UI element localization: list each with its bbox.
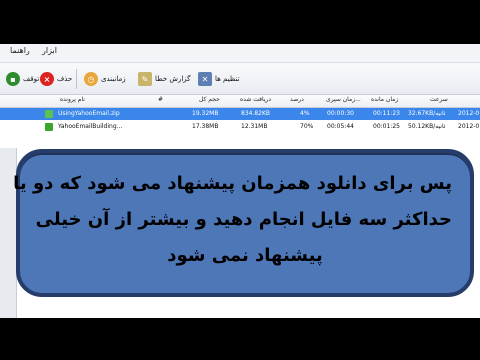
file-speed: 32.67KB/ثانیه <box>408 110 446 117</box>
table-row[interactable]: YahooEmailBuilding... 17.38MB 12.31MB 70… <box>0 121 480 133</box>
schedule-button[interactable]: ◷ زمانبندی <box>84 70 126 88</box>
report-error-button[interactable]: ✎ گزارش خطا <box>138 70 191 88</box>
file-date: 2012-0 <box>458 123 480 130</box>
header-received[interactable]: دریافت شده <box>240 96 271 103</box>
caption-overlay: پس برای دانلود همزمان پیشنهاد می شود که … <box>13 149 474 297</box>
clock-icon: ◷ <box>84 72 98 86</box>
file-icon <box>45 123 53 131</box>
file-speed: 50.12KB/ثانیه <box>408 123 446 130</box>
file-name: UsingYahooEmail.zip <box>58 110 120 117</box>
delete-label: حذف <box>57 75 73 83</box>
file-received: 834.82KB <box>241 110 271 117</box>
letterbox-bottom <box>0 318 480 360</box>
stop-icon: ▪ <box>6 72 20 86</box>
stop-label: توقف <box>23 75 40 83</box>
toolbar: ▪ توقف × حذف ◷ زمانبندی ✎ گزارش خطا ✕ تن… <box>0 63 480 95</box>
file-received: 12.31MB <box>241 123 268 130</box>
file-elapsed: 00:00:30 <box>327 110 354 117</box>
caption-line-1: پس برای دانلود همزمان پیشنهاد می شود که … <box>13 173 452 194</box>
menu-help[interactable]: راهنما <box>10 46 30 55</box>
caption-line-3: پیشنهاد نمی شود <box>167 245 323 266</box>
menu-bar: راهنما ابزار <box>0 44 480 63</box>
tools-icon: ✕ <box>198 72 212 86</box>
file-date: 2012-0 <box>458 110 480 117</box>
video-frame: راهنما ابزار ▪ توقف × حذف ◷ زمانبندی ✎ گ… <box>0 0 480 360</box>
schedule-label: زمانبندی <box>101 75 126 83</box>
file-percent: 4% <box>300 110 310 117</box>
toolbar-separator <box>76 69 77 89</box>
file-remaining: 00:11:23 <box>373 110 400 117</box>
file-elapsed: 00:05:44 <box>327 123 354 130</box>
table-header: نام پرونده # حجم کل دریافت شده درصد زمان… <box>0 95 480 108</box>
header-percent[interactable]: درصد <box>290 96 304 103</box>
caption-line-2: حداکثر سه فایل انجام دهید و بیشتر از آن … <box>35 209 452 230</box>
header-size[interactable]: حجم کل <box>199 96 220 103</box>
stop-button[interactable]: ▪ توقف <box>6 70 39 88</box>
file-size: 17.38MB <box>192 123 219 130</box>
menu-tools[interactable]: ابزار <box>42 46 57 55</box>
file-icon <box>45 110 53 118</box>
letterbox-top <box>0 0 480 44</box>
report-label: گزارش خطا <box>155 75 191 83</box>
file-remaining: 00:01:25 <box>373 123 400 130</box>
delete-icon: × <box>40 72 54 86</box>
settings-label: تنظیم ها <box>215 75 240 83</box>
file-size: 19.32MB <box>192 110 219 117</box>
header-speed[interactable]: سرعت <box>430 96 448 103</box>
header-number[interactable]: # <box>158 96 163 103</box>
header-elapsed[interactable]: زمان سپری... <box>326 96 361 103</box>
delete-button[interactable]: × حذف <box>40 70 72 88</box>
file-percent: 70% <box>300 123 314 130</box>
report-icon: ✎ <box>138 72 152 86</box>
header-name[interactable]: نام پرونده <box>60 96 85 103</box>
table-row[interactable]: UsingYahooEmail.zip 19.32MB 834.82KB 4% … <box>0 108 480 120</box>
file-name: YahooEmailBuilding... <box>58 123 123 130</box>
header-remaining[interactable]: زمان مانده <box>371 96 398 103</box>
settings-button[interactable]: ✕ تنظیم ها <box>198 70 240 88</box>
